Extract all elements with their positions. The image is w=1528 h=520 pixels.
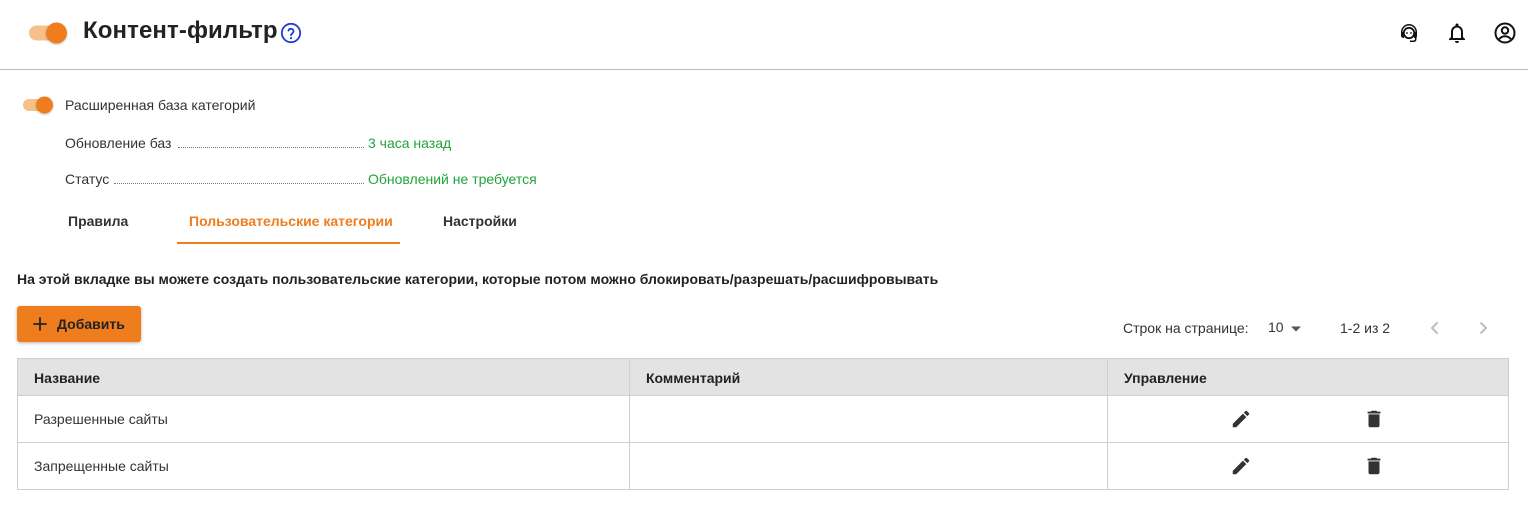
table-row: Запрещенные сайты	[18, 443, 1508, 490]
tab-custom-categories[interactable]: Пользовательские категории	[189, 213, 393, 229]
delete-icon[interactable]	[1363, 455, 1385, 477]
status-value: Обновлений не требуется	[368, 171, 537, 187]
support-agent-icon[interactable]	[1397, 21, 1421, 45]
dotted-leader	[114, 183, 364, 184]
toggle-knob	[36, 96, 53, 114]
status-row: Статус Обновлений не требуется	[65, 171, 585, 191]
column-header-actions: Управление	[1124, 370, 1207, 386]
tab-description: На этой вкладке вы можете создать пользо…	[17, 271, 939, 287]
tab-rules[interactable]: Правила	[68, 213, 128, 229]
column-header-name: Название	[34, 370, 101, 386]
column-header-comment: Комментарий	[646, 370, 741, 386]
table-header: Название Комментарий Управление	[18, 359, 1508, 396]
rows-per-page-value: 10	[1268, 319, 1284, 335]
db-update-value: 3 часа назад	[368, 135, 452, 151]
bell-icon[interactable]	[1445, 21, 1469, 45]
content-filter-toggle[interactable]	[29, 21, 67, 45]
categories-table: Название Комментарий Управление Разрешен…	[17, 358, 1509, 490]
chevron-right-icon[interactable]	[1471, 316, 1495, 340]
page-title: Контент-фильтр	[83, 17, 278, 44]
active-tab-indicator	[177, 242, 400, 244]
rows-per-page-label: Строк на странице:	[1123, 320, 1249, 336]
add-category-button[interactable]: Добавить	[17, 306, 141, 342]
account-icon[interactable]	[1493, 21, 1517, 45]
db-update-key: Обновление баз	[65, 135, 172, 151]
chevron-left-icon[interactable]	[1423, 316, 1447, 340]
extended-db-label: Расширенная база категорий	[65, 97, 256, 113]
tab-settings[interactable]: Настройки	[443, 213, 517, 229]
rows-per-page-select[interactable]: 10	[1268, 318, 1308, 340]
pagination-range: 1-2 из 2	[1340, 320, 1391, 336]
app-header: Контент-фильтр	[0, 0, 1528, 70]
dotted-leader	[178, 147, 364, 148]
category-name: Разрешенные сайты	[34, 411, 168, 427]
delete-icon[interactable]	[1363, 408, 1385, 430]
toggle-knob	[46, 22, 67, 44]
caret-down-icon	[1291, 326, 1301, 332]
status-key: Статус	[65, 171, 110, 187]
category-name: Запрещенные сайты	[34, 458, 169, 474]
add-button-label: Добавить	[57, 316, 125, 332]
extended-db-toggle[interactable]	[23, 95, 53, 115]
help-icon[interactable]	[280, 22, 302, 44]
edit-icon[interactable]	[1230, 455, 1252, 477]
db-update-row: Обновление баз 3 часа назад	[65, 135, 585, 155]
plus-icon	[33, 317, 47, 331]
edit-icon[interactable]	[1230, 408, 1252, 430]
table-row: Разрешенные сайты	[18, 396, 1508, 443]
